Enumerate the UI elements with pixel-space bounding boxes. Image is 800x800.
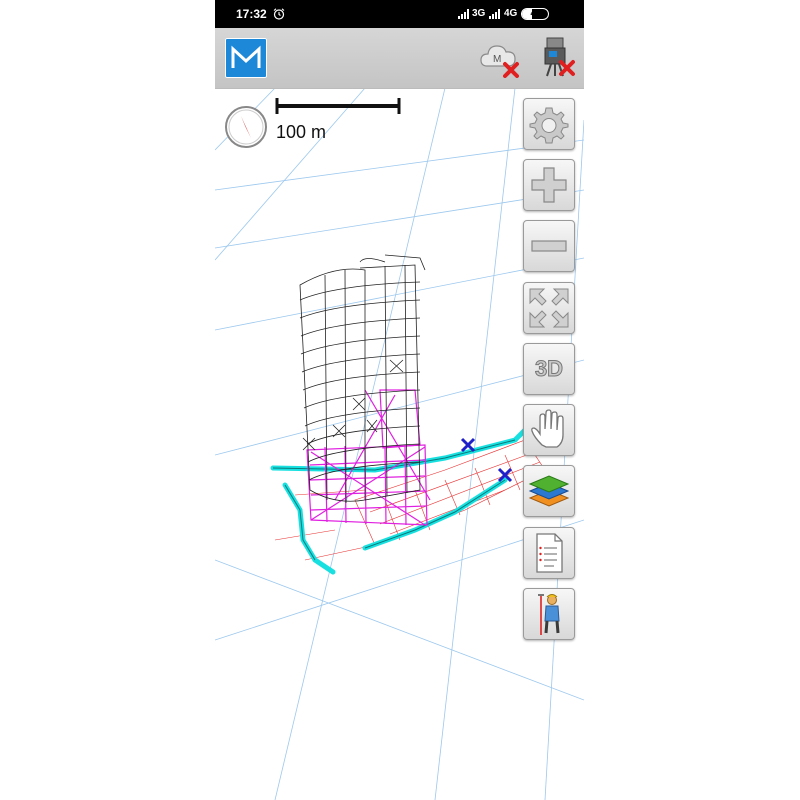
- scale-label: 100 m: [276, 122, 327, 142]
- layers-button[interactable]: [523, 465, 575, 517]
- top-toolbar: M: [215, 28, 584, 89]
- magenta-features: [306, 389, 431, 526]
- pan-button[interactable]: [523, 404, 575, 456]
- zoom-out-button[interactable]: [523, 220, 575, 272]
- total-station-disconnected-icon[interactable]: [537, 34, 577, 80]
- expand-arrows-icon: [529, 288, 569, 328]
- zoom-extents-button[interactable]: [523, 282, 575, 334]
- surveyor-icon: [538, 594, 560, 635]
- app-logo[interactable]: [225, 38, 267, 78]
- layers-icon: [528, 475, 570, 507]
- compass-icon[interactable]: [223, 104, 269, 150]
- network-type-2: 4G: [504, 8, 518, 19]
- network-type-1: 3G: [472, 8, 486, 19]
- cloud-disconnected-icon[interactable]: M: [479, 40, 523, 78]
- scale-bar: [275, 98, 401, 114]
- minus-icon: [531, 240, 567, 252]
- zoom-in-button[interactable]: [523, 159, 575, 211]
- view-3d-button[interactable]: 3D: [523, 343, 575, 395]
- ground-mesh: [274, 439, 546, 561]
- document-icon: [536, 533, 563, 573]
- status-time: 17:32: [236, 7, 267, 21]
- status-bar: 17:32 3G 4G 40: [215, 0, 584, 28]
- gear-icon: [529, 107, 569, 144]
- signal-icon: [489, 9, 500, 19]
- battery-icon: 40: [521, 8, 549, 20]
- hand-icon: [531, 409, 564, 448]
- alarm-clock-icon: [273, 8, 285, 20]
- plus-icon: [531, 167, 567, 203]
- svg-text:M: M: [493, 54, 501, 65]
- phone-screen: 17:32 3G 4G 40 M 100 m 3D: [215, 0, 584, 800]
- settings-button[interactable]: [523, 98, 575, 150]
- battery-percent: 40: [530, 9, 540, 18]
- report-button[interactable]: [523, 527, 575, 579]
- signal-icon: [458, 9, 469, 19]
- view-mode-label: 3D: [534, 356, 564, 382]
- stakeout-button[interactable]: [523, 588, 575, 640]
- app-logo-m-icon: [231, 45, 261, 68]
